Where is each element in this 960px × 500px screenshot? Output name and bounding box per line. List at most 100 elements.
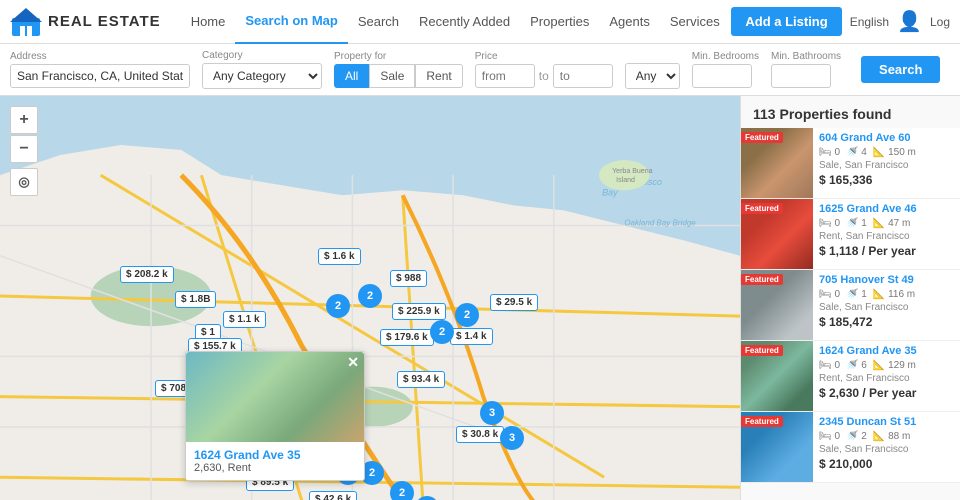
bedrooms-input[interactable] xyxy=(692,64,752,88)
bath-icon-3: 🚿 1 xyxy=(846,289,867,300)
card-location-4: Rent, San Francisco xyxy=(819,373,954,384)
category-label: Category xyxy=(202,50,322,61)
bed-icon-3: 🛏 0 xyxy=(819,289,840,300)
map-popup: ✕ 1624 Grand Ave 35 2,630, Rent xyxy=(185,351,365,481)
nav-services[interactable]: Services xyxy=(660,0,730,44)
nav-recently-added[interactable]: Recently Added xyxy=(409,0,520,44)
card-image-3: Featured xyxy=(741,270,813,340)
filter-bar: Address Category Any Category Property f… xyxy=(0,44,960,96)
num-pin-n7[interactable]: 2 xyxy=(390,481,414,500)
card-price-5: $ 210,000 xyxy=(819,457,954,471)
nav-home[interactable]: Home xyxy=(181,0,236,44)
card-location-1: Sale, San Francisco xyxy=(819,160,954,171)
num-pin-n3[interactable]: 2 xyxy=(455,303,479,327)
card-info-3: 705 Hanover St 49 🛏 0 🚿 1 📐 116 m Sale, … xyxy=(813,270,960,340)
size-icon-4: 📐 129 m xyxy=(873,360,916,371)
language-selector[interactable]: English xyxy=(850,15,889,29)
zoom-out-button[interactable]: − xyxy=(10,135,38,163)
price-pin-p2[interactable]: $ 1.8B xyxy=(175,291,216,308)
map-controls: + − ◎ xyxy=(10,106,38,196)
bed-icon-1: 🛏 0 xyxy=(819,147,840,158)
card-info-2: 1625 Grand Ave 46 🛏 0 🚿 1 📐 47 m Rent, S… xyxy=(813,199,960,269)
nav-search-on-map[interactable]: Search on Map xyxy=(235,0,347,44)
size-icon-5: 📐 88 m xyxy=(873,431,910,442)
prop-rent-button[interactable]: Rent xyxy=(415,64,462,88)
size-icon-1: 📐 150 m xyxy=(873,147,916,158)
price-any-select[interactable]: Any xyxy=(625,63,680,89)
property-type-buttons: All Sale Rent xyxy=(334,64,463,88)
bath-icon-5: 🚿 2 xyxy=(846,431,867,442)
map-area[interactable]: San Francisco Bay Oakland Bay Bridge Yer… xyxy=(0,96,740,500)
address-filter-group: Address xyxy=(10,51,190,88)
property-card-5[interactable]: Featured 2345 Duncan St 51 🛏 0 🚿 2 📐 88 … xyxy=(741,412,960,483)
price-pin-p12[interactable]: $ 93.4 k xyxy=(397,371,445,388)
price-pin-p10[interactable]: $ 179.6 k xyxy=(380,329,434,346)
zoom-in-button[interactable]: + xyxy=(10,106,38,134)
bath-icon-2: 🚿 1 xyxy=(846,218,867,229)
num-pin-n2[interactable]: 2 xyxy=(358,284,382,308)
nav-search[interactable]: Search xyxy=(348,0,409,44)
property-card-2[interactable]: Featured 1625 Grand Ave 46 🛏 0 🚿 1 📐 47 … xyxy=(741,199,960,270)
price-pin-p6[interactable]: $ 1.6 k xyxy=(318,248,361,265)
log-label[interactable]: Log xyxy=(930,15,950,29)
main-layout: San Francisco Bay Oakland Bay Bridge Yer… xyxy=(0,96,960,500)
price-separator: to xyxy=(539,69,549,83)
category-filter-group: Category Any Category xyxy=(202,50,322,89)
price-pin-p11[interactable]: $ 1.4 k xyxy=(450,328,493,345)
price-pin-p8[interactable]: $ 225.9 k xyxy=(392,303,446,320)
add-listing-button[interactable]: Add a Listing xyxy=(731,7,841,36)
right-panel: 113 Properties found Featured 604 Grand … xyxy=(740,96,960,500)
results-count: 113 Properties found xyxy=(741,96,960,128)
price-pin-p9[interactable]: $ 29.5 k xyxy=(490,294,538,311)
prop-all-button[interactable]: All xyxy=(334,64,369,88)
svg-text:Yerba Buena: Yerba Buena xyxy=(612,168,652,175)
popup-info: 1624 Grand Ave 35 2,630, Rent xyxy=(186,442,364,480)
locate-button[interactable]: ◎ xyxy=(10,168,38,196)
num-pin-n10[interactable]: 3 xyxy=(500,426,524,450)
price-pin-p1[interactable]: $ 208.2 k xyxy=(120,266,174,283)
card-title-3: 705 Hanover St 49 xyxy=(819,274,954,286)
num-pin-n4[interactable]: 2 xyxy=(430,320,454,344)
price-from-input[interactable] xyxy=(475,64,535,88)
bath-icon-1: 🚿 4 xyxy=(846,147,867,158)
price-pin-p21[interactable]: $ 30.8 k xyxy=(456,426,504,443)
popup-price: 2,630, Rent xyxy=(194,462,356,474)
property-card-3[interactable]: Featured 705 Hanover St 49 🛏 0 🚿 1 📐 116… xyxy=(741,270,960,341)
property-card-4[interactable]: Featured 1624 Grand Ave 35 🛏 0 🚿 6 📐 129… xyxy=(741,341,960,412)
price-pin-p7[interactable]: $ 988 xyxy=(390,270,427,287)
header-right: Add a Listing English 👤 Log xyxy=(731,7,950,36)
price-pin-p17[interactable]: $ 42.6 k xyxy=(309,491,357,500)
popup-close-button[interactable]: ✕ xyxy=(347,354,359,371)
price-filter-group: Price to xyxy=(475,51,613,88)
header: REAL ESTATE Home Search on Map Search Re… xyxy=(0,0,960,44)
card-location-3: Sale, San Francisco xyxy=(819,302,954,313)
svg-text:Island: Island xyxy=(616,177,635,184)
price-any-group: Any xyxy=(625,50,680,89)
category-select[interactable]: Any Category xyxy=(202,63,322,89)
card-info-1: 604 Grand Ave 60 🛏 0 🚿 4 📐 150 m Sale, S… xyxy=(813,128,960,198)
featured-badge-2: Featured xyxy=(741,203,783,214)
featured-badge-5: Featured xyxy=(741,416,783,427)
card-title-4: 1624 Grand Ave 35 xyxy=(819,345,954,357)
logo: REAL ESTATE xyxy=(10,6,161,38)
card-meta-5: 🛏 0 🚿 2 📐 88 m xyxy=(819,431,954,442)
card-image-4: Featured xyxy=(741,341,813,411)
prop-sale-button[interactable]: Sale xyxy=(369,64,415,88)
address-input[interactable] xyxy=(10,64,190,88)
search-button[interactable]: Search xyxy=(861,56,940,83)
card-location-5: Sale, San Francisco xyxy=(819,444,954,455)
card-info-4: 1624 Grand Ave 35 🛏 0 🚿 6 📐 129 m Rent, … xyxy=(813,341,960,411)
property-card-1[interactable]: Featured 604 Grand Ave 60 🛏 0 🚿 4 📐 150 … xyxy=(741,128,960,199)
num-pin-n1[interactable]: 2 xyxy=(326,294,350,318)
price-to-input[interactable] xyxy=(553,64,613,88)
user-icon[interactable]: 👤 xyxy=(897,9,922,34)
price-pin-p3[interactable]: $ 1.1 k xyxy=(223,311,266,328)
logo-text: REAL ESTATE xyxy=(48,13,161,30)
bathrooms-input[interactable] xyxy=(771,64,831,88)
card-meta-4: 🛏 0 🚿 6 📐 129 m xyxy=(819,360,954,371)
nav-properties[interactable]: Properties xyxy=(520,0,599,44)
nav-agents[interactable]: Agents xyxy=(599,0,659,44)
card-image-5: Featured xyxy=(741,412,813,482)
price-range: to xyxy=(475,64,613,88)
num-pin-n9[interactable]: 3 xyxy=(480,401,504,425)
